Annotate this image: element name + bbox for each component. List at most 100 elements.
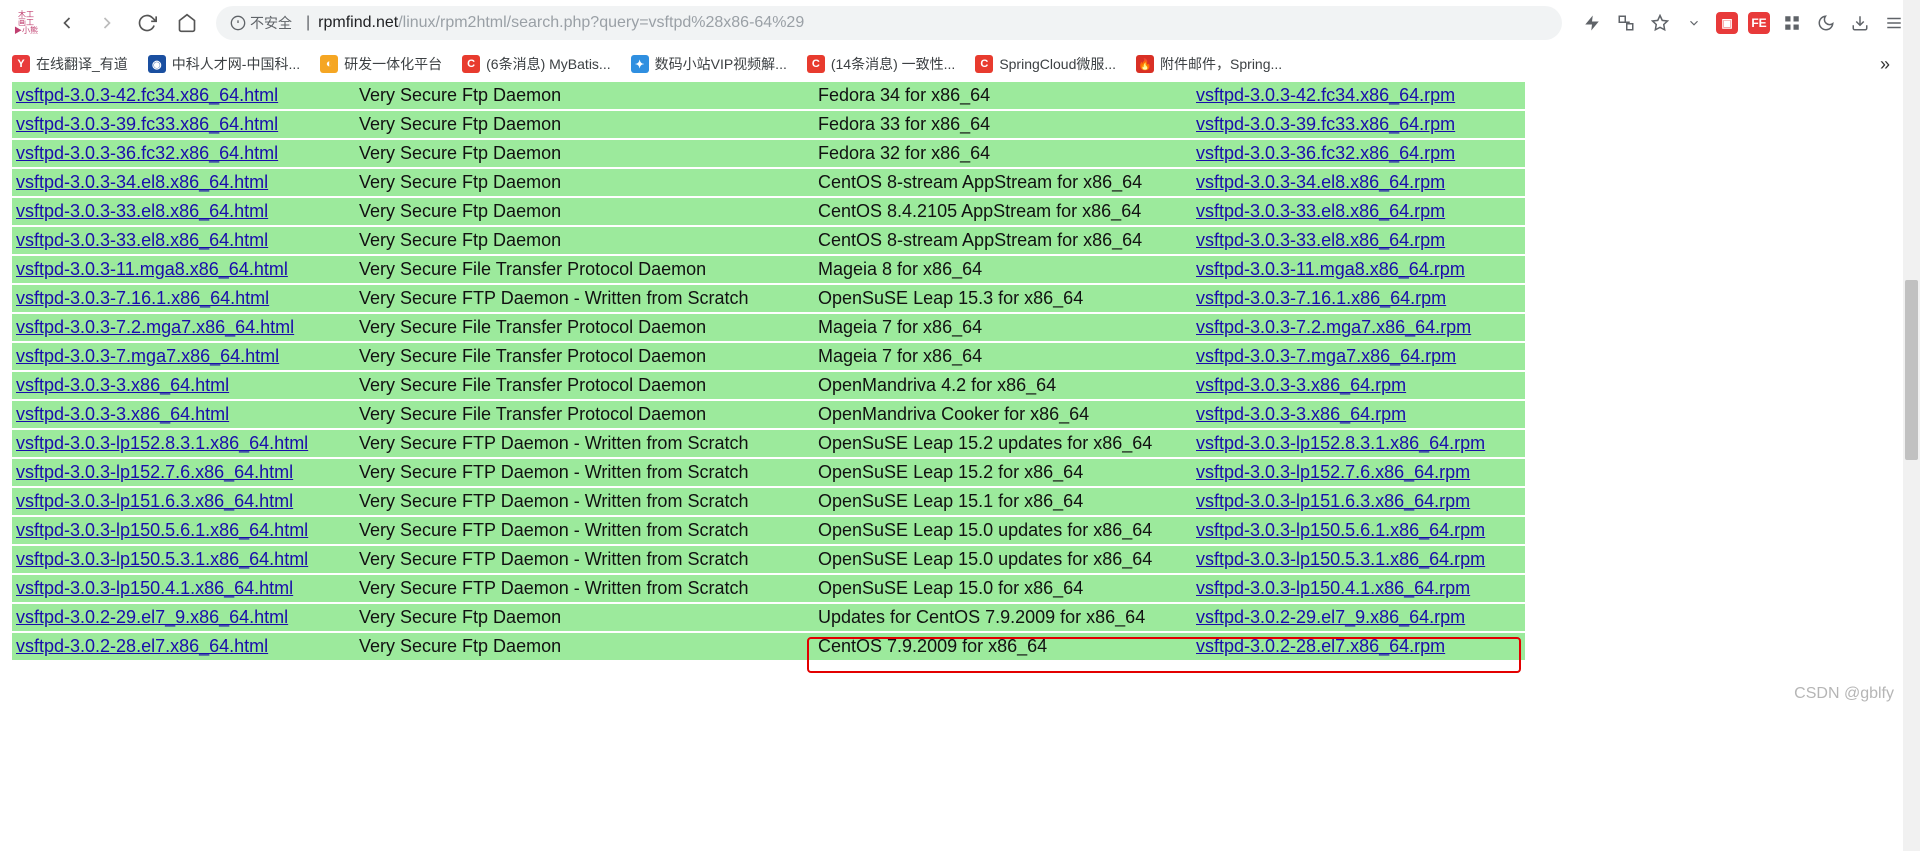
package-description: Very Secure Ftp Daemon [355, 110, 814, 139]
package-html-link[interactable]: vsftpd-3.0.3-lp150.5.3.1.x86_64.html [16, 549, 308, 569]
package-rpm-link[interactable]: vsftpd-3.0.3-lp152.7.6.x86_64.rpm [1196, 462, 1470, 482]
table-row: vsftpd-3.0.3-3.x86_64.htmlVery Secure Fi… [12, 400, 1525, 429]
bookmark-favicon: Y [12, 55, 30, 73]
profile-avatar[interactable]: 木工画工▶小熊 [8, 5, 44, 41]
table-row: vsftpd-3.0.3-33.el8.x86_64.html Very Secu… [12, 226, 1525, 255]
package-distribution: OpenSuSE Leap 15.2 updates for x86_64 [814, 429, 1192, 458]
package-description: Very Secure Ftp Daemon [355, 226, 814, 255]
table-row: vsftpd-3.0.3-39.fc33.x86_64.html Very Sec… [12, 110, 1525, 139]
table-row: vsftpd-3.0.3-lp151.6.3.x86_64.htmlVery S… [12, 487, 1525, 516]
toolbar-actions: ▣ FE [1574, 11, 1912, 35]
chevron-down-icon[interactable] [1682, 11, 1706, 35]
package-rpm-link[interactable]: vsftpd-3.0.3-7.2.mga7.x86_64.rpm [1196, 317, 1471, 337]
lightning-icon[interactable] [1580, 11, 1604, 35]
vertical-scrollbar[interactable] [1903, 0, 1920, 851]
package-html-link[interactable]: vsftpd-3.0.3-3.x86_64.html [16, 404, 229, 424]
package-description: Very Secure FTP Daemon - Written from Sc… [355, 545, 814, 574]
package-description: Very Secure File Transfer Protocol Daemo… [355, 342, 814, 371]
bookmark-item[interactable]: C (6条消息) MyBatis... [462, 54, 610, 74]
package-html-link[interactable]: vsftpd-3.0.3-lp152.7.6.x86_64.html [16, 462, 293, 482]
package-html-link[interactable]: vsftpd-3.0.3-36.fc32.x86_64.html [16, 143, 278, 163]
package-rpm-link[interactable]: vsftpd-3.0.3-lp150.4.1.x86_64.rpm [1196, 578, 1470, 598]
package-html-link[interactable]: vsftpd-3.0.3-33.el8.x86_64.html [16, 230, 268, 250]
table-row: vsftpd-3.0.2-29.el7_9.x86_64.htmlVery Se… [12, 603, 1525, 632]
package-rpm-link[interactable]: vsftpd-3.0.3-34.el8.x86_64.rpm [1196, 172, 1445, 192]
bookmark-item[interactable]: ◐研发一体化平台 [320, 54, 442, 74]
package-rpm-link[interactable]: vsftpd-3.0.3-lp150.5.3.1.x86_64.rpm [1196, 549, 1485, 569]
bookmark-star-icon[interactable] [1648, 11, 1672, 35]
bookmark-item[interactable]: 🔥 附件邮件，Spring... [1136, 54, 1282, 74]
package-rpm-link[interactable]: vsftpd-3.0.3-39.fc33.x86_64.rpm [1196, 114, 1455, 134]
package-rpm-link[interactable]: vsftpd-3.0.3-lp150.5.6.1.x86_64.rpm [1196, 520, 1485, 540]
package-rpm-link[interactable]: vsftpd-3.0.3-3.x86_64.rpm [1196, 375, 1406, 395]
table-row: vsftpd-3.0.3-lp150.5.3.1.x86_64.html Very… [12, 545, 1525, 574]
table-row: vsftpd-3.0.3-lp152.7.6.x86_64.htmlVery S… [12, 458, 1525, 487]
bookmark-favicon: C [807, 55, 825, 73]
package-rpm-link[interactable]: vsftpd-3.0.3-36.fc32.x86_64.rpm [1196, 143, 1455, 163]
bookmark-item[interactable]: C(14条消息) 一致性... [807, 54, 955, 74]
address-bar[interactable]: 不安全 | rpmfind.net/linux/rpm2html/search.… [216, 6, 1562, 40]
package-rpm-link[interactable]: vsftpd-3.0.3-lp151.6.3.x86_64.rpm [1196, 491, 1470, 511]
translate-icon[interactable] [1614, 11, 1638, 35]
package-html-link[interactable]: vsftpd-3.0.3-lp151.6.3.x86_64.html [16, 491, 293, 511]
package-html-link[interactable]: vsftpd-3.0.3-39.fc33.x86_64.html [16, 114, 278, 134]
security-indicator[interactable]: 不安全 [230, 13, 292, 33]
download-icon[interactable] [1848, 11, 1872, 35]
bookmark-item[interactable]: Y 在线翻译_有道 [12, 54, 128, 74]
package-html-link[interactable]: vsftpd-3.0.3-7.mga7.x86_64.html [16, 346, 279, 366]
package-distribution: OpenSuSE Leap 15.2 for x86_64 [814, 458, 1192, 487]
package-distribution: Updates for CentOS 7.9.2009 for x86_64 [814, 603, 1192, 632]
package-rpm-link[interactable]: vsftpd-3.0.3-3.x86_64.rpm [1196, 404, 1406, 424]
package-rpm-link[interactable]: vsftpd-3.0.3-42.fc34.x86_64.rpm [1196, 85, 1455, 105]
table-row: vsftpd-3.0.3-11.mga8.x86_64.htmlVery Sec… [12, 255, 1525, 284]
package-html-link[interactable]: vsftpd-3.0.3-7.2.mga7.x86_64.html [16, 317, 294, 337]
bookmark-favicon: ◉ [148, 55, 166, 73]
bookmark-item[interactable]: ◉中科人才网-中国科... [148, 54, 300, 74]
bookmark-favicon: C [462, 55, 480, 73]
package-html-link[interactable]: vsftpd-3.0.3-7.16.1.x86_64.html [16, 288, 269, 308]
bookmark-label: 附件邮件，Spring... [1160, 54, 1282, 74]
package-html-link[interactable]: vsftpd-3.0.3-11.mga8.x86_64.html [16, 259, 288, 279]
package-html-link[interactable]: vsftpd-3.0.3-lp150.4.1.x86_64.html [16, 578, 293, 598]
package-html-link[interactable]: vsftpd-3.0.3-lp150.5.6.1.x86_64.html [16, 520, 308, 540]
home-button[interactable] [170, 6, 204, 40]
bookmark-favicon: ◐ [320, 55, 338, 73]
bookmark-favicon: 🔥 [1136, 55, 1154, 73]
package-rpm-link[interactable]: vsftpd-3.0.2-28.el7.x86_64.rpm [1196, 636, 1445, 656]
back-button[interactable] [50, 6, 84, 40]
package-html-link[interactable]: vsftpd-3.0.2-29.el7_9.x86_64.html [16, 607, 288, 627]
package-rpm-link[interactable]: vsftpd-3.0.3-33.el8.x86_64.rpm [1196, 230, 1445, 250]
package-html-link[interactable]: vsftpd-3.0.3-34.el8.x86_64.html [16, 172, 268, 192]
package-rpm-link[interactable]: vsftpd-3.0.3-7.16.1.x86_64.rpm [1196, 288, 1446, 308]
package-distribution: Mageia 7 for x86_64 [814, 313, 1192, 342]
package-html-link[interactable]: vsftpd-3.0.2-28.el7.x86_64.html [16, 636, 268, 656]
package-html-link[interactable]: vsftpd-3.0.3-33.el8.x86_64.html [16, 201, 268, 221]
bookmark-item[interactable]: ✦数码小站VIP视频解... [631, 54, 787, 74]
package-rpm-link[interactable]: vsftpd-3.0.3-33.el8.x86_64.rpm [1196, 201, 1445, 221]
table-row: vsftpd-3.0.3-3.x86_64.htmlVery Secure Fi… [12, 371, 1525, 400]
package-distribution: Mageia 8 for x86_64 [814, 255, 1192, 284]
package-rpm-link[interactable]: vsftpd-3.0.3-lp152.8.3.1.x86_64.rpm [1196, 433, 1485, 453]
package-rpm-link[interactable]: vsftpd-3.0.3-11.mga8.x86_64.rpm [1196, 259, 1465, 279]
package-distribution: Mageia 7 for x86_64 [814, 342, 1192, 371]
reload-button[interactable] [130, 6, 164, 40]
package-description: Very Secure Ftp Daemon [355, 82, 814, 110]
package-html-link[interactable]: vsftpd-3.0.3-3.x86_64.html [16, 375, 229, 395]
package-description: Very Secure FTP Daemon - Written from Sc… [355, 429, 814, 458]
dark-mode-icon[interactable] [1814, 11, 1838, 35]
bookmark-label: (6条消息) MyBatis... [486, 54, 610, 74]
package-distribution: Fedora 33 for x86_64 [814, 110, 1192, 139]
package-rpm-link[interactable]: vsftpd-3.0.3-7.mga7.x86_64.rpm [1196, 346, 1456, 366]
package-description: Very Secure Ftp Daemon [355, 197, 814, 226]
package-distribution: CentOS 8.4.2105 AppStream for x86_64 [814, 197, 1192, 226]
apps-grid-icon[interactable] [1780, 11, 1804, 35]
bookmark-item[interactable]: CSpringCloud微服... [975, 54, 1116, 74]
package-rpm-link[interactable]: vsftpd-3.0.2-29.el7_9.x86_64.rpm [1196, 607, 1465, 627]
ext-icon-fe[interactable]: FE [1748, 12, 1770, 34]
bookmark-label: 在线翻译_有道 [36, 54, 128, 74]
forward-button[interactable] [90, 6, 124, 40]
package-html-link[interactable]: vsftpd-3.0.3-42.fc34.x86_64.html [16, 85, 278, 105]
package-distribution: CentOS 7.9.2009 for x86_64 [814, 632, 1192, 661]
package-html-link[interactable]: vsftpd-3.0.3-lp152.8.3.1.x86_64.html [16, 433, 308, 453]
ext-icon-red[interactable]: ▣ [1716, 12, 1738, 34]
